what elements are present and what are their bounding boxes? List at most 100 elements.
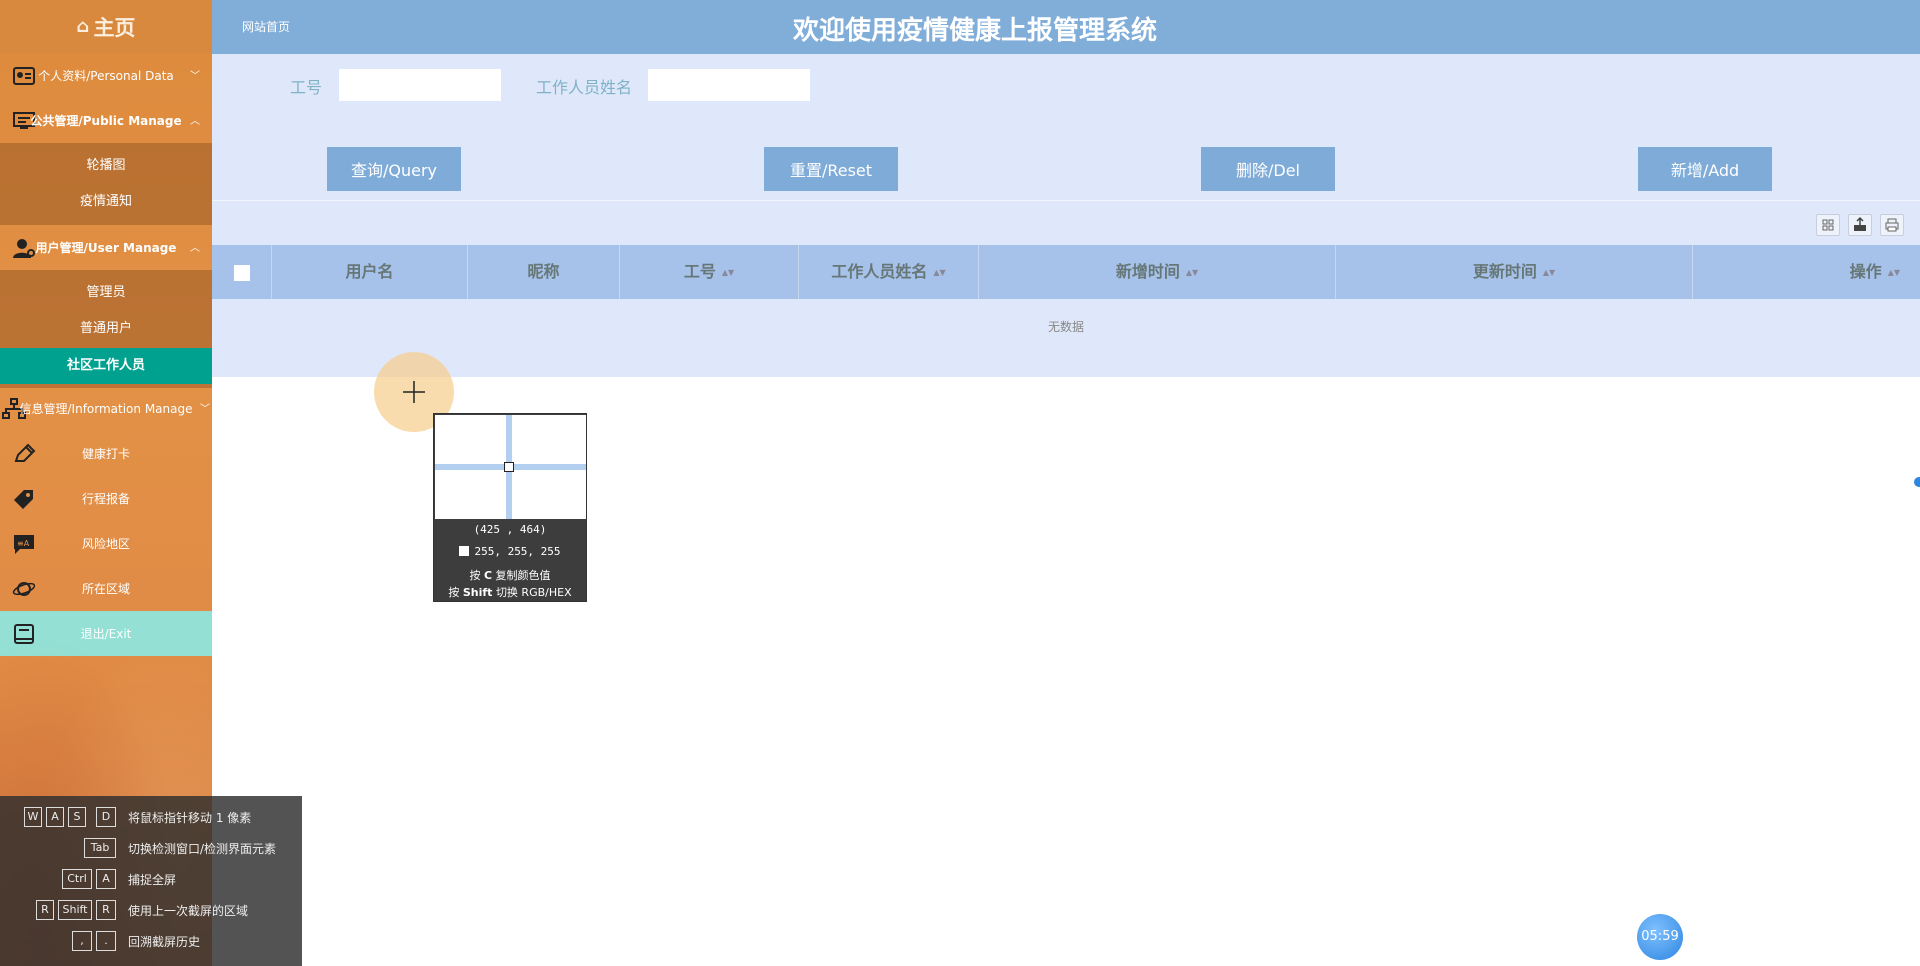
key-cap: S bbox=[68, 807, 86, 827]
top-bar: 网站首页 欢迎使用疫情健康上报管理系统 bbox=[212, 0, 1920, 54]
chevron-up-icon: ︿ bbox=[190, 243, 200, 254]
sort-icon: ▲▼ bbox=[1542, 267, 1556, 277]
menu-user-manage[interactable]: 用户管理/User Manage ︿ bbox=[0, 225, 212, 270]
page-title: 欢迎使用疫情健康上报管理系统 bbox=[792, 16, 1157, 46]
print-icon bbox=[1885, 218, 1899, 232]
print-button[interactable] bbox=[1880, 214, 1904, 236]
menu-info-label: 信息管理/Information Manage bbox=[19, 402, 193, 416]
select-all-checkbox[interactable] bbox=[234, 265, 250, 281]
chevron-up-icon: ︿ bbox=[190, 116, 200, 127]
key-cap: Shift bbox=[58, 900, 92, 920]
key-cap: W bbox=[24, 807, 42, 827]
menu-health-checkin[interactable]: 健康打卡 bbox=[0, 431, 212, 476]
menu-trip-label: 行程报备 bbox=[81, 492, 130, 506]
home-link[interactable]: ⌂ 主页 bbox=[0, 0, 212, 53]
key-cap: Tab bbox=[84, 838, 116, 858]
empty-state: 无数据 bbox=[1047, 320, 1084, 334]
menu-public-manage[interactable]: 公共管理/Public Manage ︿ bbox=[0, 98, 212, 143]
submenu-admin[interactable]: 管理员 bbox=[0, 275, 212, 311]
menu-region-label: 所在区域 bbox=[81, 582, 130, 596]
hint-text: 复制颜色值 bbox=[495, 569, 551, 582]
column-label: 操作 bbox=[1849, 262, 1882, 281]
pixel-color-value: 255, 255, 255 bbox=[434, 545, 586, 558]
staff-id-label: 工号 bbox=[290, 78, 323, 97]
staff-id-input[interactable] bbox=[338, 68, 502, 102]
submenu-carousel[interactable]: 轮播图 bbox=[0, 148, 212, 184]
column-nickname[interactable]: 昵称 bbox=[467, 245, 619, 299]
hotkey-description: 捕捉全屏 bbox=[128, 873, 177, 887]
color-picker-magnifier: (425 , 464) 255, 255, 255 按 C 复制颜色值 按 Sh… bbox=[433, 413, 587, 602]
column-username[interactable]: 用户名 bbox=[271, 245, 467, 299]
reset-button[interactable]: 重置/Reset bbox=[764, 147, 898, 191]
menu-health-label: 健康打卡 bbox=[81, 447, 130, 461]
menu-public-label: 公共管理/Public Manage bbox=[30, 114, 182, 128]
submenu-normal-user[interactable]: 普通用户 bbox=[0, 311, 212, 347]
column-label: 用户名 bbox=[345, 262, 394, 281]
key-cap: D bbox=[96, 807, 116, 827]
key-cap: Ctrl bbox=[62, 869, 92, 889]
export-icon bbox=[1854, 216, 1866, 231]
edge-handle[interactable] bbox=[1914, 477, 1920, 487]
menu-trip-report[interactable]: 行程报备 bbox=[0, 476, 212, 521]
menu-risk-label: 风险地区 bbox=[81, 537, 130, 551]
column-staff-id[interactable]: 工号 ▲▼ bbox=[619, 245, 798, 299]
recording-timer[interactable]: 05:59 bbox=[1637, 914, 1683, 960]
delete-button[interactable]: 删除/Del bbox=[1201, 147, 1335, 191]
hotkey-description: 切换检测窗口/检测界面元素 bbox=[128, 842, 277, 856]
staff-name-input[interactable] bbox=[647, 68, 811, 102]
menu-risk-area[interactable]: ≡A 风险地区 bbox=[0, 521, 212, 566]
select-all-cell bbox=[212, 245, 271, 299]
cursor-coordinates: (425 , 464) bbox=[473, 523, 547, 536]
column-label: 昵称 bbox=[527, 262, 560, 281]
column-toggle-button[interactable] bbox=[1816, 214, 1840, 236]
chevron-down-icon: ﹀ bbox=[190, 71, 200, 82]
hint-key: C bbox=[483, 569, 493, 582]
column-created-time[interactable]: 新增时间 ▲▼ bbox=[978, 245, 1335, 299]
home-icon: ⌂ bbox=[76, 16, 90, 37]
divider bbox=[212, 200, 1920, 201]
query-button[interactable]: 查询/Query bbox=[327, 147, 461, 191]
hint-text: 切换 RGB/HEX bbox=[495, 586, 572, 599]
rgb-value: 255, 255, 255 bbox=[474, 545, 561, 558]
sort-icon: ▲▼ bbox=[1887, 267, 1900, 277]
submenu-community-staff[interactable]: 社区工作人员 bbox=[0, 348, 212, 384]
key-cap: A bbox=[96, 869, 116, 889]
public-submenu: 轮播图 疫情通知 bbox=[0, 143, 212, 225]
menu-exit-label: 退出/Exit bbox=[80, 627, 132, 641]
toggle-format-hint: 按 Shift 切换 RGB/HEX bbox=[434, 584, 586, 600]
menu-region[interactable]: 所在区域 bbox=[0, 566, 212, 611]
column-label: 工作人员姓名 bbox=[831, 262, 928, 281]
hotkey-row: Ctrl A 捕捉全屏 bbox=[0, 869, 302, 891]
hint-key: Shift bbox=[462, 586, 493, 599]
key-cap: . bbox=[96, 931, 116, 951]
copy-color-hint: 按 C 复制颜色值 bbox=[434, 567, 586, 583]
crosshair-cursor-icon bbox=[403, 381, 425, 403]
menu-personal-label: 个人资料/Personal Data bbox=[38, 69, 174, 83]
hotkey-description: 将鼠标指针移动 1 像素 bbox=[128, 811, 252, 825]
key-cap: R bbox=[36, 900, 54, 920]
hint-text: 按 bbox=[469, 569, 481, 582]
user-submenu: 管理员 普通用户 社区工作人员 bbox=[0, 270, 212, 388]
menu-personal-data[interactable]: 个人资料/Personal Data ﹀ bbox=[0, 53, 212, 98]
color-swatch bbox=[459, 546, 470, 556]
submenu-epidemic-notice[interactable]: 疫情通知 bbox=[0, 184, 212, 220]
home-label: 主页 bbox=[93, 15, 136, 40]
hotkey-row: Tab 切换检测窗口/检测界面元素 bbox=[0, 838, 302, 860]
key-cap: A bbox=[46, 807, 64, 827]
table-header: 用户名 昵称 工号 ▲▼ 工作人员姓名 ▲▼ 新增时间 ▲▼ 更新时间 ▲▼ 操作 ▲▼ bbox=[212, 245, 1920, 299]
hotkey-help-panel: W A S D 将鼠标指针移动 1 像素 Tab 切换检测窗口/检测界面元素 C… bbox=[0, 796, 302, 966]
key-cap: R bbox=[96, 900, 116, 920]
menu-information-manage[interactable]: 信息管理/Information Manage ﹀ bbox=[0, 386, 212, 431]
column-actions[interactable]: 操作 ▲▼ bbox=[1692, 245, 1920, 299]
hotkey-description: 回溯截屏历史 bbox=[128, 935, 201, 949]
column-label: 新增时间 bbox=[1115, 262, 1180, 281]
sort-icon: ▲▼ bbox=[1185, 267, 1199, 277]
column-staff-name[interactable]: 工作人员姓名 ▲▼ bbox=[798, 245, 978, 299]
menu-user-label: 用户管理/User Manage bbox=[35, 241, 177, 255]
column-updated-time[interactable]: 更新时间 ▲▼ bbox=[1335, 245, 1692, 299]
export-button[interactable] bbox=[1848, 214, 1872, 236]
menu-exit[interactable]: 退出/Exit bbox=[0, 611, 212, 656]
add-button[interactable]: 新增/Add bbox=[1638, 147, 1772, 191]
hint-text: 按 bbox=[448, 586, 460, 599]
sort-icon: ▲▼ bbox=[933, 267, 946, 277]
